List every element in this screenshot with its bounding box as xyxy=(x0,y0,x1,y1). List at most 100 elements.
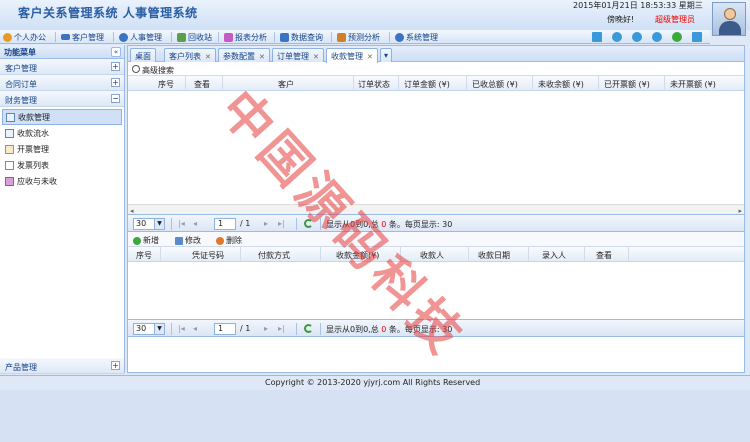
tab-desktop[interactable]: 桌面 xyxy=(130,48,156,62)
first-page-icon[interactable]: |◂ xyxy=(178,324,185,333)
column-header[interactable]: 查看 xyxy=(596,250,612,261)
page-size-select[interactable]: 30 ▼ xyxy=(133,323,165,335)
column-header[interactable]: 查看 xyxy=(194,79,210,90)
prev-page-icon[interactable]: ◂ xyxy=(193,324,197,333)
nav-report-analysis[interactable]: 报表分析 xyxy=(224,31,267,43)
close-icon[interactable]: ✕ xyxy=(313,53,319,61)
column-header[interactable]: 收款金额(¥) xyxy=(336,250,379,261)
receipt-grid-pager: 30 ▼ |◂ ◂ 1 / 1 ▸ ▸| 显示从0到0,总 0 条。每页显示: … xyxy=(128,319,744,337)
tab-customer-list[interactable]: 客户列表 ✕ xyxy=(164,48,216,62)
close-icon[interactable]: ✕ xyxy=(259,53,265,61)
prev-page-icon[interactable]: ◂ xyxy=(193,219,197,228)
edit-button[interactable]: 修改 xyxy=(175,235,201,246)
column-divider xyxy=(400,247,401,262)
nav-label: 系统管理 xyxy=(406,32,438,42)
invoice-icon xyxy=(5,144,14,154)
column-divider xyxy=(466,76,467,91)
column-divider xyxy=(185,76,186,91)
column-header[interactable]: 序号 xyxy=(158,79,174,90)
menu-item-label: 收款管理 xyxy=(18,112,50,122)
menu-item-invoice-management[interactable]: 开票管理 xyxy=(2,141,122,157)
next-page-icon[interactable]: ▸ xyxy=(264,219,268,228)
close-icon[interactable]: ✕ xyxy=(205,53,211,61)
nav-system-management[interactable]: 系统管理 xyxy=(395,31,438,43)
user-icon xyxy=(3,32,12,42)
column-header[interactable]: 录入人 xyxy=(542,250,566,261)
chat-icon[interactable] xyxy=(672,32,682,42)
datetime-display: 2015年01月21日 18:53:33 星期三 xyxy=(573,1,703,10)
exit-icon[interactable] xyxy=(692,32,702,42)
nav-customer-management[interactable]: 客户管理 xyxy=(61,31,104,43)
close-icon[interactable]: ✕ xyxy=(367,53,373,61)
accordion-customer-management[interactable]: 客户管理 + xyxy=(0,59,124,75)
lock-icon[interactable] xyxy=(612,32,622,42)
column-header[interactable]: 已收总额 (¥) xyxy=(472,79,518,90)
accordion-finance-management[interactable]: 财务管理 − xyxy=(0,91,124,107)
column-divider xyxy=(398,76,399,91)
column-header[interactable]: 客户 xyxy=(278,79,294,90)
first-page-icon[interactable]: |◂ xyxy=(178,219,185,228)
help-icon[interactable] xyxy=(652,32,662,42)
next-page-icon[interactable]: ▸ xyxy=(264,324,268,333)
column-header[interactable]: 订单金额 (¥) xyxy=(404,79,450,90)
menu-item-invoice-list[interactable]: 发票列表 xyxy=(2,157,122,173)
expand-icon[interactable]: + xyxy=(111,78,120,87)
nav-forecast-analysis[interactable]: 预测分析 xyxy=(337,31,380,43)
chart-icon xyxy=(5,176,14,186)
menu-item-payment-management[interactable]: 收款管理 xyxy=(2,109,122,125)
refresh-icon[interactable] xyxy=(632,32,642,42)
tab-parameter-config[interactable]: 参数配置 ✕ xyxy=(218,48,270,62)
nav-label: 预测分析 xyxy=(348,32,380,42)
tab-label: 桌面 xyxy=(135,52,151,61)
menu-item-receivable[interactable]: 应收与未收 xyxy=(2,173,122,189)
refresh-icon[interactable] xyxy=(304,324,313,333)
home-icon[interactable] xyxy=(592,32,602,42)
flow-icon xyxy=(5,128,14,138)
column-header[interactable]: 收款日期 xyxy=(478,250,510,261)
accordion-contract-orders[interactable]: 合同订单 + xyxy=(0,75,124,91)
column-header[interactable]: 付款方式 xyxy=(258,250,290,261)
page-size-select[interactable]: 30 ▼ xyxy=(133,218,165,230)
last-page-icon[interactable]: ▸| xyxy=(278,324,285,333)
edit-label: 修改 xyxy=(185,236,201,245)
chevron-down-icon: ▾ xyxy=(384,51,389,60)
nav-hr-management[interactable]: 人事管理 xyxy=(119,31,162,43)
user-avatar[interactable] xyxy=(712,2,746,36)
collapse-icon[interactable]: − xyxy=(111,94,120,103)
expand-icon[interactable]: + xyxy=(111,62,120,71)
column-header[interactable]: 未开票额 (¥) xyxy=(670,79,716,90)
menu-item-payment-flow[interactable]: 收款流水 xyxy=(2,125,122,141)
page-number-input[interactable]: 1 xyxy=(214,218,236,230)
accordion-product-management[interactable]: 产品管理 + xyxy=(0,358,124,374)
column-header[interactable]: 订单状态 xyxy=(358,79,390,90)
column-header[interactable]: 未收余额 (¥) xyxy=(538,79,584,90)
tab-payment-management[interactable]: 收款管理 ✕ xyxy=(326,48,378,63)
nav-recycle-bin[interactable]: 回收站 xyxy=(177,31,212,43)
receipt-grid-body xyxy=(128,262,744,319)
nav-personal-office[interactable]: 个人办公 xyxy=(3,31,46,43)
chevron-down-icon: ▼ xyxy=(154,324,164,334)
payment-grid-pager: 30 ▼ |◂ ◂ 1 / 1 ▸ ▸| 显示从0到0,总 0 条。每页显示: … xyxy=(128,214,744,232)
advanced-search-bar[interactable]: 高级搜索 xyxy=(128,62,744,76)
refresh-icon[interactable] xyxy=(304,219,313,228)
column-header[interactable]: 收款人 xyxy=(420,250,444,261)
pager-divider xyxy=(296,218,297,230)
expand-icon[interactable]: + xyxy=(111,361,120,370)
delete-label: 删除 xyxy=(226,236,242,245)
add-button[interactable]: 新增 xyxy=(133,235,159,246)
tab-label: 客户列表 xyxy=(169,52,201,61)
horizontal-scrollbar[interactable]: ◂ ▸ xyxy=(128,204,744,215)
page-number-input[interactable]: 1 xyxy=(214,323,236,335)
nav-divider xyxy=(274,32,275,42)
column-divider xyxy=(160,247,161,262)
delete-button[interactable]: 删除 xyxy=(216,235,242,246)
tab-dropdown[interactable]: ▾ xyxy=(380,48,393,62)
nav-data-query[interactable]: 数据查询 xyxy=(280,31,323,43)
tab-order-management[interactable]: 订单管理 ✕ xyxy=(272,48,324,62)
last-page-icon[interactable]: ▸| xyxy=(278,219,285,228)
column-header[interactable]: 已开票额 (¥) xyxy=(604,79,650,90)
column-header[interactable]: 凭证号码 xyxy=(192,250,224,261)
column-header[interactable]: 序号 xyxy=(136,250,152,261)
user-role-link[interactable]: 超级管理员 xyxy=(655,14,695,25)
collapse-left-icon[interactable]: « xyxy=(111,47,121,57)
